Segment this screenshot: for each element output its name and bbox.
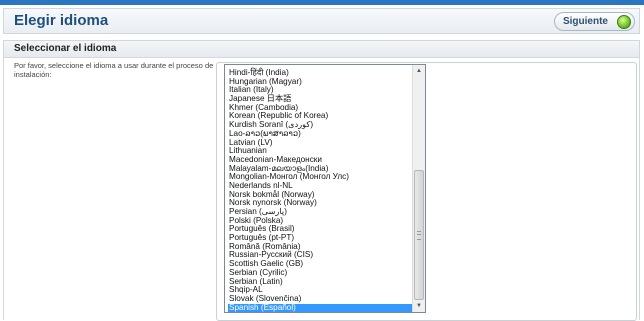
scroll-down-arrow-icon[interactable]: ▼ <box>413 300 425 312</box>
grip-icon <box>417 231 421 240</box>
language-options: Hindi-हिंदी (India) Hungarian (Magyar) Ita… <box>228 68 412 312</box>
go-arrow-icon <box>617 15 631 29</box>
next-button-label: Siguiente <box>562 16 608 27</box>
next-button[interactable]: Siguiente <box>553 12 635 31</box>
top-accent-bar <box>0 0 644 5</box>
language-listbox[interactable]: Hindi-हिंदी (India) Hungarian (Magyar) Ita… <box>224 64 426 313</box>
page-header: Elegir idioma Siguiente <box>3 8 640 34</box>
scroll-up-arrow-icon[interactable]: ▲ <box>413 65 425 77</box>
page-title: Elegir idioma <box>14 12 109 29</box>
listbox-scrollbar[interactable]: ▲ ▼ <box>412 65 425 312</box>
panel-title: Seleccionar el idioma <box>4 41 639 58</box>
language-option[interactable]: Spanish (Español) <box>228 303 412 312</box>
instructions-text: Por favor, seleccione el idioma a usar d… <box>14 61 214 79</box>
scrollbar-thumb[interactable] <box>414 170 424 300</box>
